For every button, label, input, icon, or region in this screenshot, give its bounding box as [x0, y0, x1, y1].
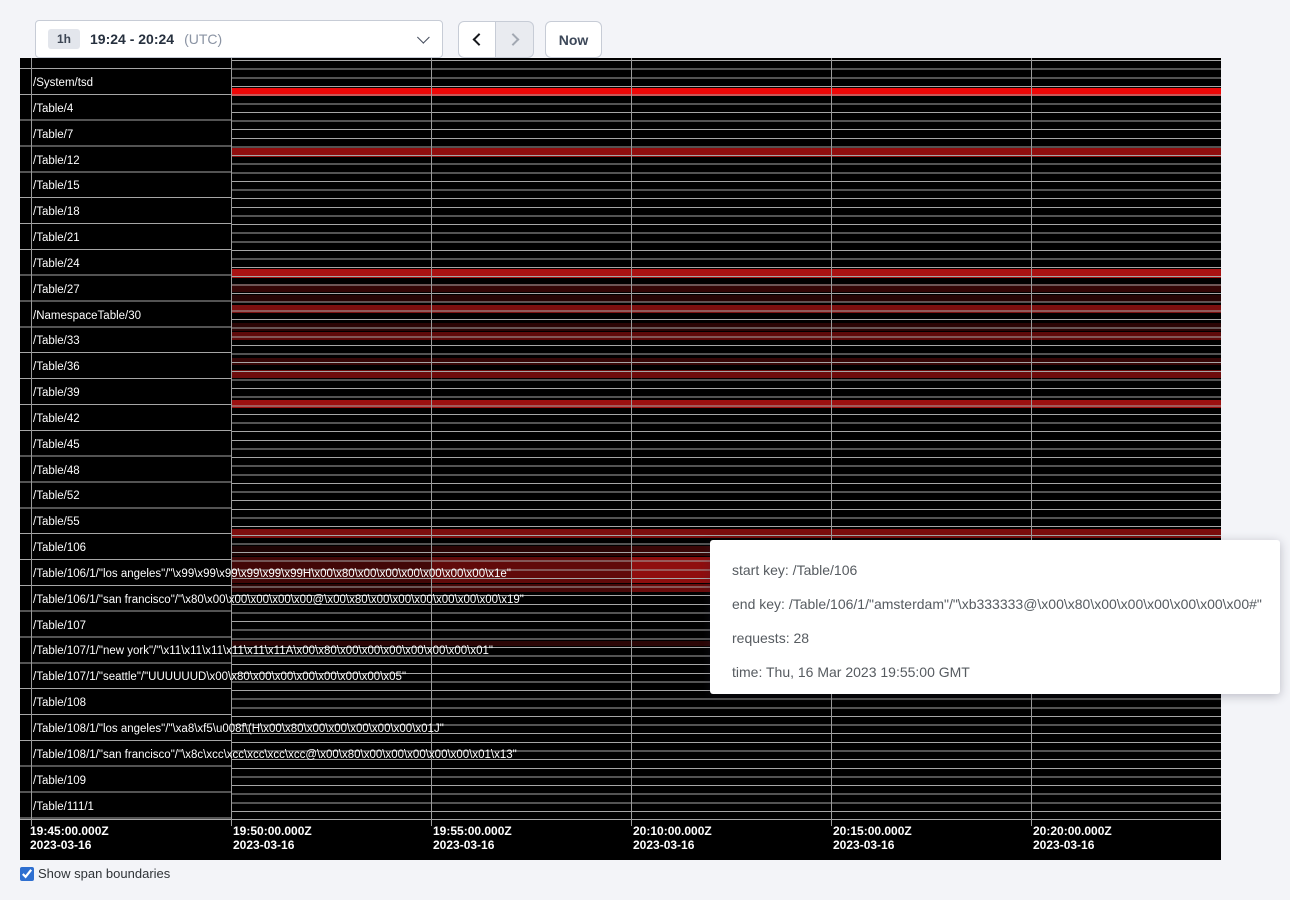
heat-band[interactable]: [231, 370, 1221, 378]
time-gridline: [831, 58, 832, 826]
span-key-label: /Table/21: [33, 232, 80, 244]
span-key-label: /NamespaceTable/30: [33, 310, 141, 322]
span-key-label: /System/tsd: [33, 77, 93, 89]
next-interval-button-disabled[interactable]: [496, 21, 534, 58]
tooltip-requests: requests: 28: [732, 621, 1258, 655]
chevron-left-icon: [472, 33, 485, 46]
prev-interval-button[interactable]: [458, 21, 496, 58]
span-key-label: /Table/107/1/"seattle"/"UUUUUUD\x00\x80\…: [33, 671, 406, 683]
heat-band[interactable]: [231, 546, 431, 556]
key-visualizer-canvas[interactable]: /System/tsd/Table/4/Table/7/Table/12/Tab…: [20, 58, 1221, 860]
span-key-label: /Table/106/1/"san francisco"/"\x80\x00\x…: [33, 594, 524, 606]
heat-band[interactable]: [231, 305, 1221, 313]
time-range-select[interactable]: 1h 19:24 - 20:24 (UTC): [35, 20, 443, 58]
span-key-label: /Table/109: [33, 775, 86, 787]
time-gridline: [431, 58, 432, 826]
heat-band[interactable]: [231, 557, 431, 583]
time-axis-tick: 19:55:00.000Z2023-03-16: [433, 824, 512, 852]
chevron-down-icon: [417, 31, 430, 44]
span-boundaries-grid-fine: [231, 58, 1221, 820]
timezone-label: (UTC): [184, 31, 222, 47]
heat-band[interactable]: [231, 584, 431, 592]
tooltip-time: time: Thu, 16 Mar 2023 19:55:00 GMT: [732, 655, 1258, 689]
span-key-label: /Table/108: [33, 697, 86, 709]
span-key-label: /Table/15: [33, 180, 80, 192]
span-key-label: /Table/24: [33, 258, 80, 270]
span-key-label: /Table/107: [33, 620, 86, 632]
time-axis-tick: 19:45:00.000Z2023-03-16: [30, 824, 109, 852]
time-axis-tick: 19:50:00.000Z2023-03-16: [233, 824, 312, 852]
heat-band[interactable]: [231, 148, 1221, 157]
tooltip-end-key: end key: /Table/106/1/"amsterdam"/"\xb33…: [732, 587, 1258, 621]
span-tooltip: start key: /Table/106 end key: /Table/10…: [710, 540, 1280, 694]
span-key-label: /Table/4: [33, 103, 73, 115]
time-gridline: [31, 58, 32, 826]
span-boundaries-grid-coarse: [20, 58, 231, 820]
heat-band[interactable]: [231, 295, 1221, 303]
heat-band[interactable]: [431, 546, 631, 556]
span-key-label: /Table/55: [33, 516, 80, 528]
key-visualizer-page: { "toolbar": { "preset": "1h", "range": …: [0, 0, 1290, 900]
heat-band[interactable]: [231, 269, 1221, 278]
time-range-label: 19:24 - 20:24: [90, 31, 174, 47]
heat-band[interactable]: [231, 323, 1221, 331]
heat-band[interactable]: [231, 358, 1221, 366]
span-key-label: /Table/108/1/"los angeles"/"\xa8\xf5\u00…: [33, 723, 444, 735]
span-key-label: /Table/18: [33, 206, 80, 218]
heat-band[interactable]: [231, 529, 1221, 538]
time-gridline: [631, 58, 632, 826]
span-key-label: /Table/111/1: [33, 801, 94, 813]
time-gridline: [231, 58, 232, 826]
heat-band[interactable]: [231, 88, 1221, 96]
heat-band[interactable]: [431, 584, 631, 592]
time-axis-tick: 20:10:00.000Z2023-03-16: [633, 824, 712, 852]
span-key-label: /Table/33: [33, 335, 80, 347]
time-preset-badge: 1h: [48, 29, 80, 49]
span-key-label: /Table/12: [33, 155, 80, 167]
span-key-label: /Table/39: [33, 387, 80, 399]
span-key-label: /Table/48: [33, 465, 80, 477]
time-gridline: [1031, 58, 1032, 826]
show-span-boundaries-checkbox[interactable]: [20, 867, 34, 881]
show-span-boundaries-label[interactable]: Show span boundaries: [38, 866, 170, 881]
chevron-right-icon: [507, 33, 520, 46]
span-key-label: /Table/36: [33, 361, 80, 373]
span-key-label: /Table/42: [33, 413, 80, 425]
time-nav-group: [458, 21, 534, 58]
heatmap-rows-area[interactable]: /System/tsd/Table/4/Table/7/Table/12/Tab…: [20, 58, 1221, 820]
heat-band[interactable]: [231, 284, 1221, 292]
now-button[interactable]: Now: [545, 21, 602, 58]
tooltip-start-key: start key: /Table/106: [732, 553, 1258, 587]
span-key-label: /Table/45: [33, 439, 80, 451]
time-axis-tick: 20:20:00.000Z2023-03-16: [1033, 824, 1112, 852]
span-key-label: /Table/108/1/"san francisco"/"\x8c\xcc\x…: [33, 749, 517, 761]
span-key-label: /Table/7: [33, 129, 73, 141]
span-key-label: /Table/27: [33, 284, 80, 296]
span-key-label: /Table/52: [33, 490, 80, 502]
span-key-label: /Table/107/1/"new york"/"\x11\x11\x11\x1…: [33, 645, 493, 657]
time-axis-tick: 20:15:00.000Z2023-03-16: [833, 824, 912, 852]
heat-band[interactable]: [231, 400, 1221, 409]
heat-band[interactable]: [231, 332, 1221, 340]
heat-band[interactable]: [431, 557, 631, 583]
footer-controls: Show span boundaries: [20, 866, 170, 881]
span-key-label: /Table/106: [33, 542, 86, 554]
